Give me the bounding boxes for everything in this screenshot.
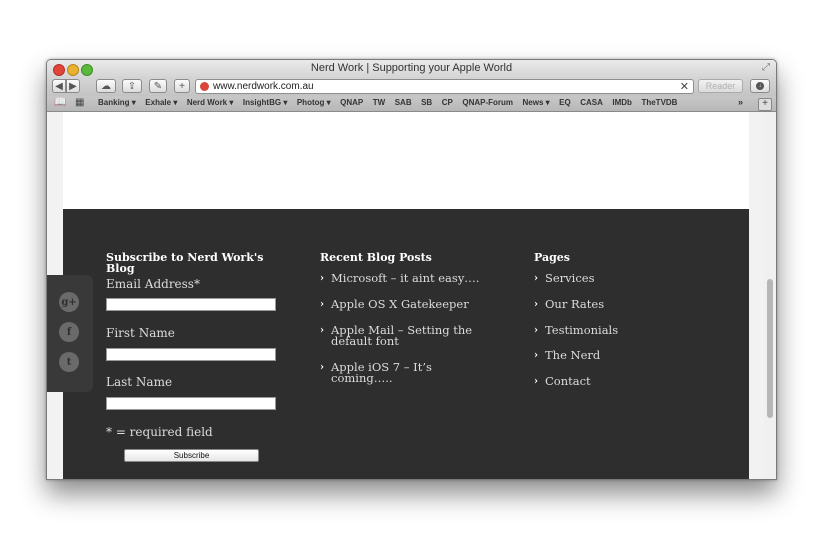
bookmark-item[interactable]: CASA xyxy=(580,98,603,107)
add-tab-button[interactable]: + xyxy=(758,98,772,111)
first-name-label: First Name xyxy=(106,326,175,340)
bookmark-item[interactable]: SB xyxy=(421,98,432,107)
url-text: www.nerdwork.com.au xyxy=(213,81,314,92)
page-link-our-rates[interactable]: › Our Rates xyxy=(534,298,704,310)
bookmarks-overflow-icon[interactable]: » xyxy=(738,97,743,107)
page-link-services[interactable]: › Services xyxy=(534,272,704,284)
bookmark-item[interactable]: QNAP xyxy=(340,98,363,107)
chevron-right-icon: › xyxy=(534,273,538,284)
subscribe-button[interactable]: Subscribe xyxy=(124,449,259,462)
subscribe-heading: Subscribe to Nerd Work's Blog xyxy=(106,251,264,275)
title-bar: Nerd Work | Supporting your Apple World … xyxy=(47,60,776,78)
first-name-field[interactable] xyxy=(106,348,276,361)
page-body-area xyxy=(63,112,749,210)
email-field[interactable] xyxy=(106,298,276,311)
pages-heading: Pages xyxy=(534,251,570,264)
clear-url-icon[interactable]: ✕ xyxy=(680,80,689,93)
chevron-right-icon: › xyxy=(320,325,324,336)
chevron-right-icon: › xyxy=(320,299,324,310)
page-link-the-nerd[interactable]: › The Nerd xyxy=(534,349,704,361)
bookmark-item[interactable]: TW xyxy=(373,98,385,107)
open-book-icon[interactable]: 📖 xyxy=(54,97,66,108)
chevron-right-icon: › xyxy=(534,376,538,387)
site-footer: Subscribe to Nerd Work's Blog Email Addr… xyxy=(63,209,749,479)
browser-toolbar: ◀ ▶ ☁ ⇪ ✎ + www.nerdwork.com.au ✕ Reader… xyxy=(47,78,776,96)
recent-post-link[interactable]: › Apple iOS 7 – It’s coming….. xyxy=(320,361,490,384)
bookmark-item[interactable]: News ▾ xyxy=(523,98,550,107)
reader-button[interactable]: Reader xyxy=(698,79,743,93)
downloads-icon: ↓ xyxy=(756,82,764,90)
bookmark-item[interactable]: Banking ▾ xyxy=(98,98,136,107)
recent-post-link[interactable]: › Apple OS X Gatekeeper xyxy=(320,298,490,310)
bookmark-item[interactable]: Exhale ▾ xyxy=(145,98,177,107)
bookmark-item[interactable]: Nerd Work ▾ xyxy=(187,98,234,107)
share-button[interactable]: ⇪ xyxy=(122,79,142,93)
bookmark-item[interactable]: SAB xyxy=(395,98,412,107)
last-name-label: Last Name xyxy=(106,375,173,389)
email-label: Email Address* xyxy=(106,277,200,291)
site-favicon-icon xyxy=(200,82,209,91)
back-button[interactable]: ◀ xyxy=(52,79,66,93)
window-title: Nerd Work | Supporting your Apple World xyxy=(310,62,513,74)
chevron-right-icon: › xyxy=(534,325,538,336)
add-bookmark-button[interactable]: + xyxy=(174,79,190,93)
google-plus-icon[interactable]: g+ xyxy=(59,292,79,312)
recent-posts-heading: Recent Blog Posts xyxy=(320,251,432,264)
fullscreen-icon[interactable]: ⤢ xyxy=(762,62,770,73)
bookmark-item[interactable]: TheTVDB xyxy=(641,98,677,107)
bookmark-item[interactable]: QNAP-Forum xyxy=(462,98,513,107)
scrollbar-thumb[interactable] xyxy=(767,279,773,418)
chevron-right-icon: › xyxy=(534,299,538,310)
recent-post-link[interactable]: › Apple Mail – Setting the default font xyxy=(320,324,480,347)
chevron-right-icon: › xyxy=(320,362,324,373)
browser-window: Nerd Work | Supporting your Apple World … xyxy=(46,59,777,480)
facebook-icon[interactable]: f xyxy=(59,322,79,342)
page-content: Subscribe to Nerd Work's Blog Email Addr… xyxy=(47,112,776,479)
top-sites-grid-icon[interactable]: ▦ xyxy=(75,97,84,108)
social-share-bar: g+ f t xyxy=(47,275,93,392)
bookmark-item[interactable]: Photog ▾ xyxy=(297,98,331,107)
twitter-icon[interactable]: t xyxy=(59,352,79,372)
page-link-testimonials[interactable]: › Testimonials xyxy=(534,324,704,336)
bookmark-item[interactable]: EQ xyxy=(559,98,571,107)
bookmarks-bar: 📖 ▦ Banking ▾ Exhale ▾ Nerd Work ▾ InsightB… xyxy=(47,96,776,112)
wrench-icon[interactable]: ✎ xyxy=(149,79,167,93)
bookmark-item[interactable]: CP xyxy=(442,98,453,107)
chevron-right-icon: › xyxy=(320,273,324,284)
chevron-right-icon: › xyxy=(534,350,538,361)
icloud-button[interactable]: ☁ xyxy=(96,79,116,93)
page-link-contact[interactable]: › Contact xyxy=(534,375,704,387)
forward-button[interactable]: ▶ xyxy=(66,79,80,93)
bookmark-item[interactable]: IMDb xyxy=(612,98,632,107)
bookmark-list: Banking ▾ Exhale ▾ Nerd Work ▾ InsightBG ▾ P… xyxy=(98,98,687,107)
downloads-button[interactable]: ↓ xyxy=(750,79,770,93)
required-note: * = required field xyxy=(106,425,213,439)
address-bar[interactable]: www.nerdwork.com.au ✕ xyxy=(195,79,694,94)
bookmark-item[interactable]: InsightBG ▾ xyxy=(243,98,287,107)
recent-post-link[interactable]: › Microsoft – it aint easy…. xyxy=(320,272,490,284)
vertical-scrollbar[interactable] xyxy=(764,112,776,479)
last-name-field[interactable] xyxy=(106,397,276,410)
